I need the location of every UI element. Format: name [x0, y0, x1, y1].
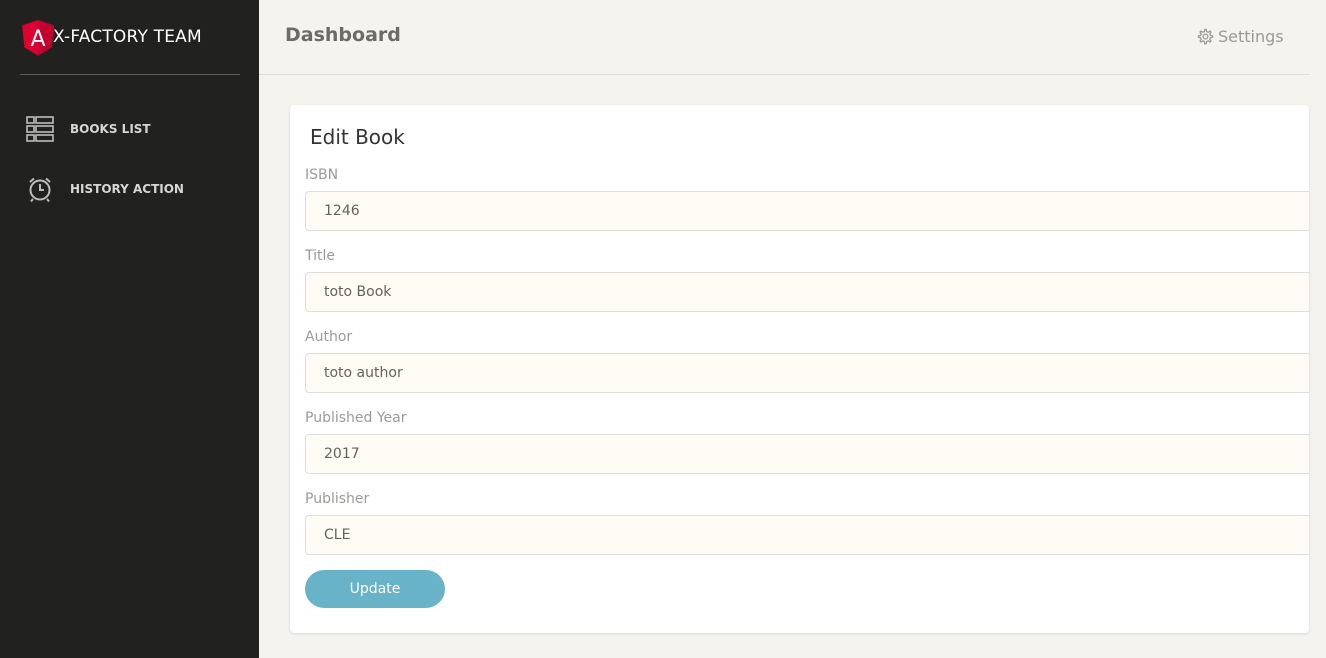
publisher-input[interactable]	[305, 515, 1309, 555]
isbn-label: ISBN	[305, 167, 339, 183]
alarm-clock-icon	[29, 177, 51, 203]
gear-icon	[1197, 28, 1214, 45]
page-title: Dashboard	[285, 24, 401, 46]
angular-logo-icon: A	[22, 20, 54, 56]
update-button[interactable]: Update	[305, 570, 445, 608]
top-navbar: Dashboard Settings	[259, 0, 1309, 75]
sidebar-item-label: BOOKS LIST	[70, 122, 151, 136]
logo-letter: A	[30, 27, 45, 52]
edit-book-card: Edit Book ISBN Title Author Published Ye…	[290, 105, 1309, 633]
sidebar: A X-FACTORY TEAM BOOKS LIST HISTORY ACTI…	[0, 0, 259, 658]
brand-title: X-FACTORY TEAM	[53, 27, 202, 47]
settings-label: Settings	[1218, 27, 1284, 46]
author-label: Author	[305, 329, 353, 345]
published-year-label: Published Year	[305, 410, 407, 426]
author-input[interactable]	[305, 353, 1309, 393]
sidebar-item-history-action[interactable]: HISTORY ACTION	[0, 168, 259, 212]
list-icon	[26, 116, 54, 142]
isbn-input[interactable]	[305, 191, 1309, 231]
title-input[interactable]	[305, 272, 1309, 312]
publisher-label: Publisher	[305, 491, 370, 507]
published-year-input[interactable]	[305, 434, 1309, 474]
sidebar-item-books-list[interactable]: BOOKS LIST	[0, 108, 259, 152]
title-label: Title	[305, 248, 336, 264]
brand[interactable]: A X-FACTORY TEAM	[20, 0, 240, 75]
sidebar-item-label: HISTORY ACTION	[70, 182, 184, 196]
card-title: Edit Book	[310, 125, 405, 149]
